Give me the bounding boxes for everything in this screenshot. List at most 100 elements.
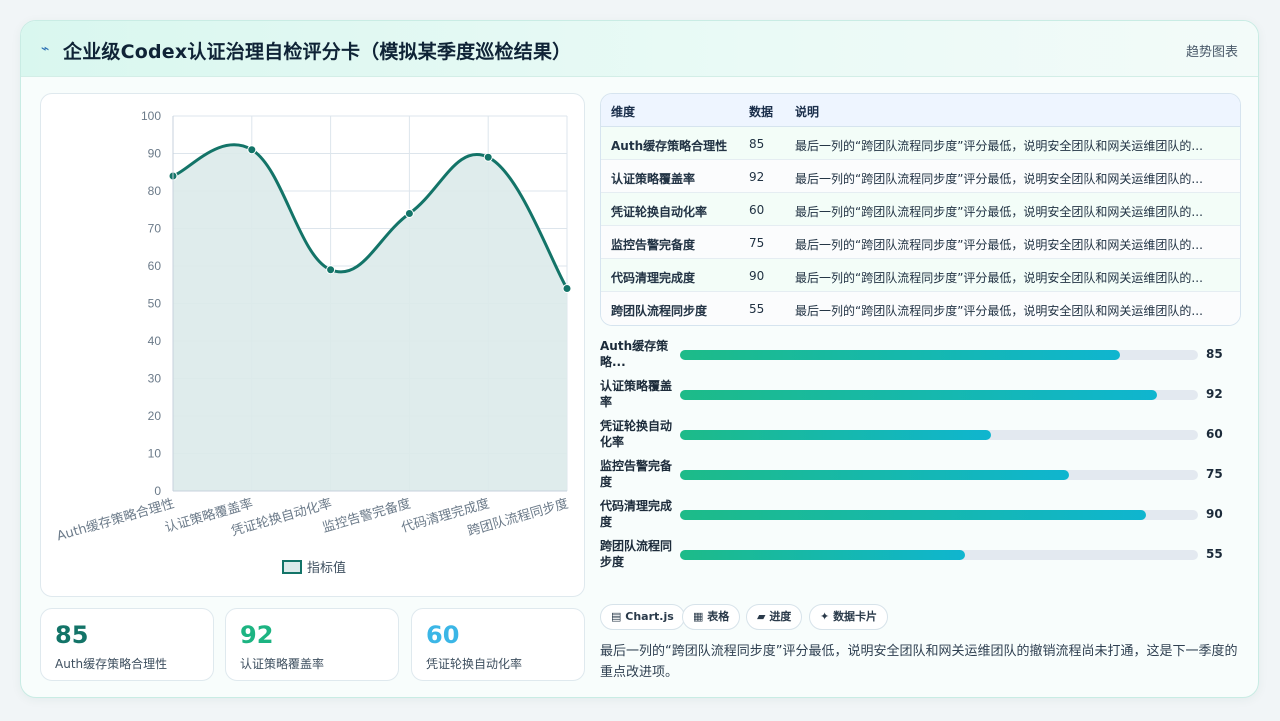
page-title: 企业级Codex认证治理自检评分卡（模拟某季度巡检结果） — [63, 41, 572, 63]
y-tick-label: 50 — [148, 297, 162, 311]
y-tick-label: 80 — [148, 184, 162, 198]
progress-item: 认证策略覆盖率 92 — [600, 377, 1241, 413]
progress-value: 85 — [1206, 347, 1223, 361]
data-point — [404, 209, 414, 218]
tag-label: Chart.js — [625, 610, 674, 623]
progress-fill — [680, 550, 965, 560]
table-row: Auth缓存策略合理性 85 最后一列的“跨团队流程同步度”评分最低，说明安全团… — [601, 127, 1240, 160]
table-header-description: 说明 — [795, 105, 820, 119]
table-cell-dimension: 监控告警完备度 — [611, 238, 696, 252]
y-tick-label: 0 — [154, 484, 161, 498]
table-cell-description: 最后一列的“跨团队流程同步度”评分最低，说明安全团队和网关运维团队的... — [795, 304, 1203, 318]
table-row: 跨团队流程同步度 55 最后一列的“跨团队流程同步度”评分最低，说明安全团队和网… — [601, 292, 1240, 325]
progress-fill — [680, 390, 1157, 400]
chart-icon: ▤ — [611, 610, 622, 623]
table-header-value: 数据 — [749, 105, 774, 119]
table-header-dimension: 维度 — [611, 105, 636, 119]
table-cell-value: 85 — [749, 137, 765, 151]
table-cell-description: 最后一列的“跨团队流程同步度”评分最低，说明安全团队和网关运维团队的... — [795, 271, 1203, 285]
progress-item: 监控告警完备度 75 — [600, 457, 1241, 493]
x-tick-label: Auth缓存策略合理性 — [55, 495, 176, 544]
data-table: 维度 数据 说明 Auth缓存策略合理性 85 最后一列的“跨团队流程同步度”评… — [600, 93, 1241, 326]
header-subtitle: 趋势图表 — [1185, 45, 1238, 60]
progress-value: 60 — [1206, 427, 1223, 441]
progress-value: 55 — [1206, 547, 1223, 561]
tag-label: 表格 — [707, 610, 730, 623]
y-tick-label: 30 — [148, 372, 162, 386]
tag-data-card[interactable]: ✦ 数据卡片 — [809, 604, 889, 630]
table-cell-value: 55 — [749, 302, 765, 316]
progress-list: Auth缓存策略... 85 认证策略覆盖率 92 凭证轮换自动化率 60 监控… — [600, 337, 1241, 577]
tag-chartjs[interactable]: ▤ Chart.js — [600, 604, 685, 630]
table-cell-description: 最后一列的“跨团队流程同步度”评分最低，说明安全团队和网关运维团队的... — [795, 139, 1203, 153]
table-row: 凭证轮换自动化率 60 最后一列的“跨团队流程同步度”评分最低，说明安全团队和网… — [601, 193, 1240, 226]
progress-fill — [680, 470, 1069, 480]
progress-icon: ▰ — [757, 610, 766, 623]
y-tick-label: 10 — [148, 447, 162, 461]
tag-table[interactable]: ▦ 表格 — [682, 604, 741, 630]
progress-fill — [680, 430, 991, 440]
table-cell-description: 最后一列的“跨团队流程同步度”评分最低，说明安全团队和网关运维团队的... — [795, 172, 1203, 186]
progress-label: 凭证轮换自动化率 — [600, 419, 673, 449]
table-header: 维度 数据 说明 — [601, 94, 1240, 127]
progress-label: 跨团队流程同步度 — [600, 539, 673, 569]
trend-chart: 0 10 20 30 40 50 60 70 80 90 100 Auth缓存策略合理性 认证策略覆盖率… — [40, 93, 585, 597]
data-point — [562, 284, 572, 293]
scorecard-card: ⌁ 企业级Codex认证治理自检评分卡（模拟某季度巡检结果） 趋势图表 0 10 2… — [20, 20, 1259, 698]
kpi-label: 凭证轮换自动化率 — [426, 657, 523, 671]
kpi-card: 85 Auth缓存策略合理性 — [40, 608, 214, 681]
data-point — [247, 145, 257, 155]
tag-label: 数据卡片 — [833, 610, 878, 623]
progress-track — [680, 550, 1198, 560]
table-icon: ▦ — [693, 610, 704, 623]
table-cell-description: 最后一列的“跨团队流程同步度”评分最低，说明安全团队和网关运维团队的... — [795, 205, 1203, 219]
legend-label: 指标值 — [307, 560, 346, 576]
y-tick-label: 40 — [148, 334, 162, 348]
table-cell-description: 最后一列的“跨团队流程同步度”评分最低，说明安全团队和网关运维团队的... — [795, 238, 1203, 252]
kpi-value: 85 — [55, 621, 89, 649]
progress-item: Auth缓存策略... 85 — [600, 337, 1241, 373]
progress-track — [680, 430, 1198, 440]
sparkle-icon: ✦ — [820, 610, 830, 623]
x-tick-label: 监控告警完备度 — [321, 495, 413, 535]
kpi-label: Auth缓存策略合理性 — [55, 657, 168, 671]
progress-fill — [680, 510, 1147, 520]
progress-value: 75 — [1206, 467, 1223, 481]
header: ⌁ 企业级Codex认证治理自检评分卡（模拟某季度巡检结果） 趋势图表 — [21, 21, 1258, 77]
data-point — [483, 152, 493, 162]
tag-label: 进度 — [769, 610, 792, 623]
summary-note: 最后一列的“跨团队流程同步度”评分最低，说明安全团队和网关运维团队的撤销流程尚未… — [600, 644, 1238, 680]
kpi-label: 认证策略覆盖率 — [240, 657, 325, 671]
tag-progress[interactable]: ▰ 进度 — [746, 604, 803, 630]
bolt-icon: ⌁ — [41, 41, 50, 57]
table-cell-value: 90 — [749, 269, 765, 283]
progress-item: 跨团队流程同步度 55 — [600, 537, 1241, 573]
table-cell-dimension: 凭证轮换自动化率 — [611, 205, 708, 219]
y-tick-label: 60 — [148, 259, 162, 273]
progress-track — [680, 350, 1198, 360]
progress-fill — [680, 350, 1121, 360]
series-area — [173, 144, 567, 491]
progress-label: 监控告警完备度 — [600, 459, 673, 489]
kpi-value: 60 — [426, 621, 460, 649]
progress-track — [680, 390, 1198, 400]
y-tick-label: 90 — [148, 147, 162, 161]
kpi-card: 60 凭证轮换自动化率 — [411, 608, 585, 681]
table-row: 认证策略覆盖率 92 最后一列的“跨团队流程同步度”评分最低，说明安全团队和网关… — [601, 160, 1240, 193]
progress-value: 92 — [1206, 387, 1223, 401]
table-cell-value: 92 — [749, 170, 765, 184]
y-tick-label: 20 — [148, 409, 162, 423]
trend-chart-svg: 0102030405060708090100Auth缓存策略合理性认证策略覆盖率… — [55, 109, 572, 576]
progress-track — [680, 510, 1198, 520]
legend-swatch — [282, 560, 302, 574]
progress-label: Auth缓存策略... — [600, 339, 669, 369]
progress-item: 代码清理完成度 90 — [600, 497, 1241, 533]
progress-item: 凭证轮换自动化率 60 — [600, 417, 1241, 453]
table-cell-dimension: 跨团队流程同步度 — [611, 304, 708, 318]
progress-label: 代码清理完成度 — [600, 499, 673, 529]
y-tick-label: 70 — [148, 222, 162, 236]
progress-value: 90 — [1206, 507, 1223, 521]
table-row: 代码清理完成度 90 最后一列的“跨团队流程同步度”评分最低，说明安全团队和网关… — [601, 259, 1240, 292]
table-cell-dimension: 认证策略覆盖率 — [611, 172, 696, 186]
y-tick-label: 100 — [141, 109, 161, 123]
